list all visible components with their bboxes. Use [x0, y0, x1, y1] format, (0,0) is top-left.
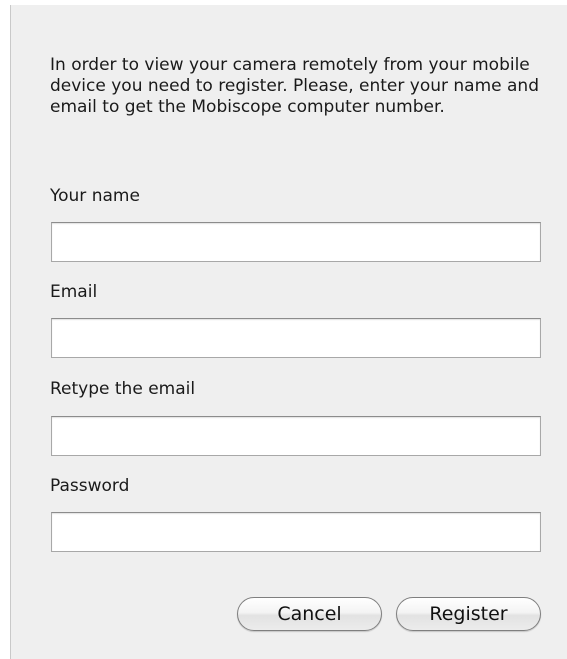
password-input[interactable] [51, 512, 541, 552]
retype-email-label: Retype the email [50, 379, 196, 399]
email-label: Email [50, 282, 98, 302]
cancel-button[interactable]: Cancel [237, 597, 382, 631]
register-button[interactable]: Register [396, 597, 541, 631]
your-name-input[interactable] [51, 222, 541, 262]
your-name-label: Your name [50, 186, 140, 206]
email-input[interactable] [51, 318, 541, 358]
password-label: Password [50, 476, 130, 496]
retype-email-input[interactable] [51, 416, 541, 456]
registration-panel: In order to view your camera remotely fr… [10, 5, 567, 659]
intro-text: In order to view your camera remotely fr… [50, 55, 539, 117]
